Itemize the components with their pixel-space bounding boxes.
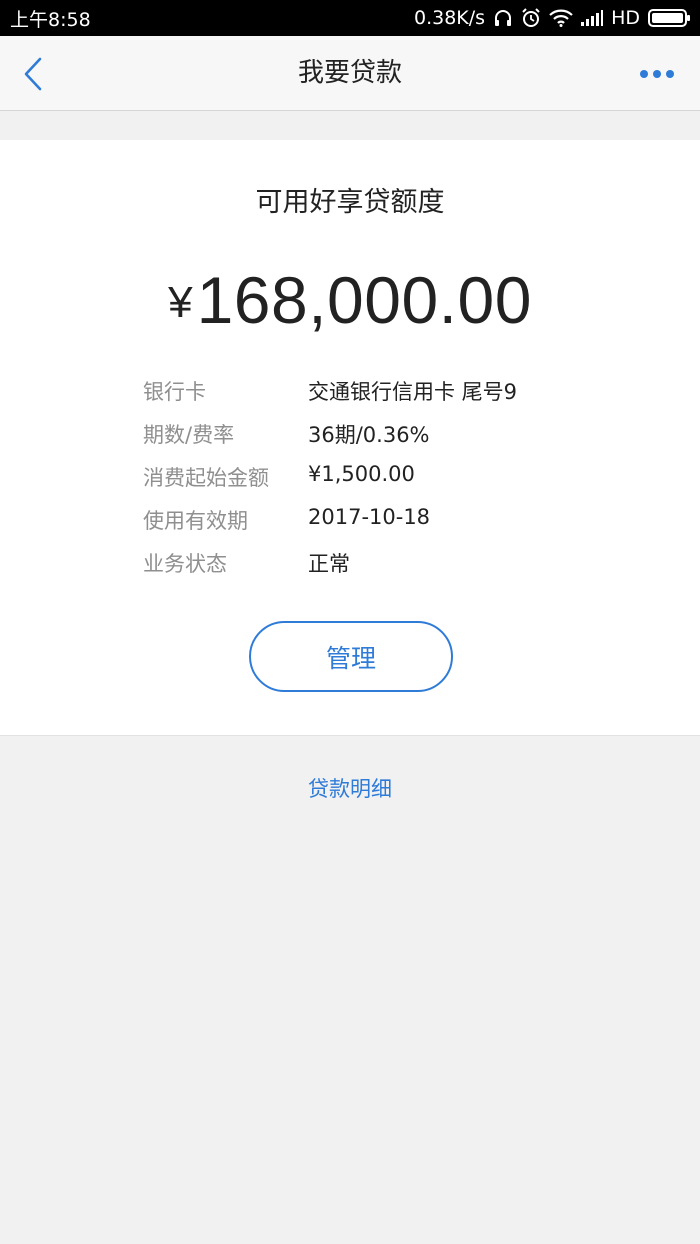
- battery-icon: [648, 9, 690, 27]
- page-title: 我要贷款: [297, 58, 402, 88]
- info-label: 消费起始金额: [143, 466, 269, 490]
- network-speed: 0.38K/s: [414, 7, 486, 29]
- network-type: HD: [611, 7, 640, 29]
- more-button[interactable]: [636, 64, 680, 84]
- currency-symbol: ¥: [168, 278, 193, 327]
- signal-icon: [581, 10, 604, 26]
- loan-detail-link[interactable]: 贷款明细: [0, 773, 700, 803]
- back-button[interactable]: [18, 55, 52, 93]
- info-row-term-rate: 期数/费率 36期/0.36%: [0, 419, 700, 453]
- info-value: 2017-10-18: [308, 505, 431, 529]
- info-row-bank-card: 银行卡 交通银行信用卡 尾号9: [0, 376, 700, 410]
- info-row-status: 业务状态 正常: [0, 548, 700, 582]
- manage-button[interactable]: 管理: [249, 621, 453, 692]
- more-dots-icon: [640, 70, 674, 78]
- alarm-icon: [522, 8, 540, 27]
- status-time: 上午8:58: [10, 8, 91, 31]
- status-bar: 上午8:58 0.38K/s HD: [0, 0, 700, 36]
- status-indicators: 0.38K/s HD: [414, 7, 690, 29]
- chevron-left-icon: [24, 57, 42, 91]
- info-value: ¥1,500.00: [308, 462, 415, 486]
- nav-bar: 我要贷款: [0, 36, 700, 111]
- credit-amount: ¥168,000.00: [0, 262, 700, 338]
- info-label: 期数/费率: [143, 423, 235, 447]
- info-row-valid-until: 使用有效期 2017-10-18: [0, 505, 700, 539]
- info-label: 银行卡: [143, 380, 206, 404]
- info-value: 36期/0.36%: [308, 423, 430, 447]
- credit-limit-title: 可用好享贷额度: [255, 187, 445, 218]
- info-label: 使用有效期: [143, 509, 248, 533]
- info-row-min-amount: 消费起始金额 ¥1,500.00: [0, 462, 700, 496]
- headphone-icon: [495, 10, 512, 26]
- wifi-icon: [549, 9, 573, 27]
- amount-value: 168,000.00: [196, 263, 532, 337]
- info-label: 业务状态: [143, 552, 227, 576]
- info-value: 交通银行信用卡 尾号9: [308, 380, 518, 404]
- info-value: 正常: [308, 552, 350, 576]
